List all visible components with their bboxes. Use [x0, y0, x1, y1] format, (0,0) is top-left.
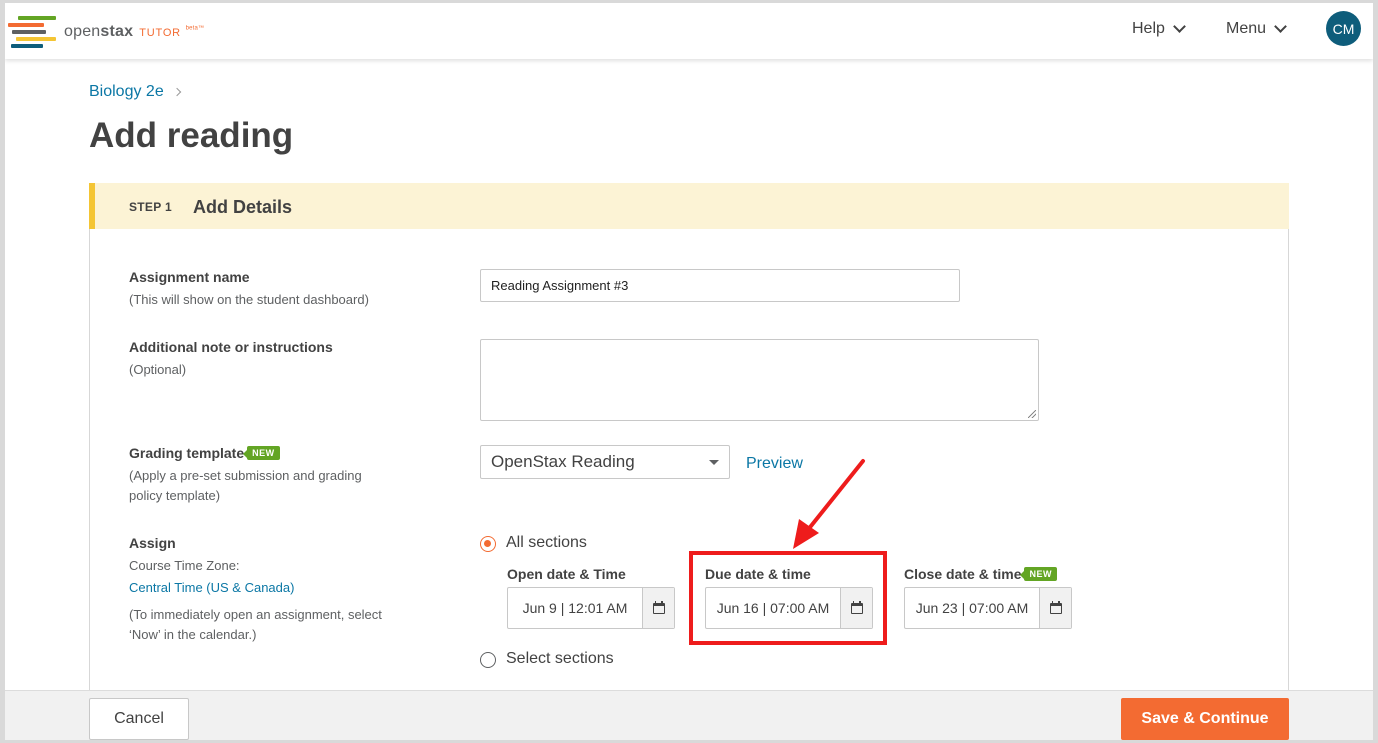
timezone-link[interactable]: Central Time (US & Canada) [129, 578, 294, 598]
main-menu[interactable]: Menu [1226, 20, 1287, 38]
select-sections-label[interactable]: Select sections [506, 650, 614, 668]
grading-template-hint-1: (Apply a pre-set submission and grading [129, 468, 362, 483]
breadcrumb-course-link[interactable]: Biology 2e [89, 83, 164, 101]
assign-hint-1: (To immediately open an assignment, sele… [129, 607, 382, 622]
step-number: STEP 1 [129, 200, 172, 214]
calendar-button[interactable] [642, 588, 674, 628]
calendar-icon [652, 600, 665, 614]
menu-label: Menu [1226, 20, 1267, 37]
close-date-label: Close date & time NEW [904, 566, 1057, 582]
close-date-label-text: Close date & time [904, 566, 1022, 582]
new-badge: NEW [243, 446, 280, 460]
brand-tutor: TUTOR [139, 27, 181, 39]
step-title: Add Details [193, 197, 293, 217]
select-sections-radio[interactable] [480, 652, 496, 668]
open-date-label: Open date & Time [507, 566, 626, 582]
close-date-picker[interactable]: Jun 23 | 07:00 AM [904, 587, 1072, 629]
calendar-icon [1049, 600, 1062, 614]
breadcrumb: Biology 2e [89, 83, 181, 101]
assignment-name-label: Assignment name [129, 269, 250, 285]
caret-down-icon [709, 460, 719, 465]
note-label: Additional note or instructions [129, 339, 333, 355]
all-sections-label[interactable]: All sections [506, 534, 587, 552]
chevron-down-icon [1173, 20, 1186, 33]
timezone-label: Course Time Zone: [129, 558, 240, 573]
open-date-picker[interactable]: Jun 9 | 12:01 AM [507, 587, 675, 629]
brand-wordmark[interactable]: openstax TUTOR beta™ [64, 23, 204, 41]
grading-template-label: Grading template NEW [129, 445, 280, 461]
grading-template-label-text: Grading template [129, 445, 245, 461]
top-navbar: openstax TUTOR beta™ Help Menu CM [5, 3, 1373, 59]
note-textarea[interactable] [480, 339, 1039, 421]
step-header: STEP 1 Add Details [89, 183, 1289, 229]
brand-beta: beta™ [185, 25, 205, 32]
assignment-name-hint: (This will show on the student dashboard… [129, 292, 369, 307]
help-label: Help [1132, 20, 1165, 37]
grading-template-value: OpenStax Reading [491, 452, 635, 471]
calendar-button[interactable] [1039, 588, 1071, 628]
grading-template-select[interactable]: OpenStax Reading [480, 445, 730, 479]
brand-stax: stax [100, 23, 134, 40]
cancel-button[interactable]: Cancel [89, 698, 189, 740]
open-date-value[interactable]: Jun 9 | 12:01 AM [508, 588, 642, 628]
assign-hint-2: ‘Now’ in the calendar.) [129, 627, 257, 642]
close-date-value[interactable]: Jun 23 | 07:00 AM [905, 588, 1039, 628]
new-badge: NEW [1020, 567, 1057, 581]
chevron-down-icon [1274, 20, 1287, 33]
all-sections-radio[interactable] [480, 536, 496, 552]
note-hint: (Optional) [129, 362, 187, 377]
resize-handle-icon[interactable] [1028, 410, 1036, 418]
chevron-right-icon [172, 87, 181, 97]
avatar[interactable]: CM [1326, 11, 1361, 46]
grading-template-hint-2: policy template) [129, 488, 221, 503]
help-menu[interactable]: Help [1132, 20, 1186, 38]
save-continue-button[interactable]: Save & Continue [1121, 698, 1289, 740]
app-window: openstax TUTOR beta™ Help Menu CM Biology… [5, 3, 1373, 740]
brand-open: open [64, 23, 101, 40]
assign-label: Assign [129, 535, 176, 551]
openstax-logo-icon[interactable] [8, 16, 60, 50]
annotation-highlight-box [689, 551, 887, 645]
assignment-name-input[interactable]: Reading Assignment #3 [480, 269, 960, 302]
page-title: Add reading [89, 116, 294, 155]
annotation-arrow-icon [793, 459, 865, 549]
